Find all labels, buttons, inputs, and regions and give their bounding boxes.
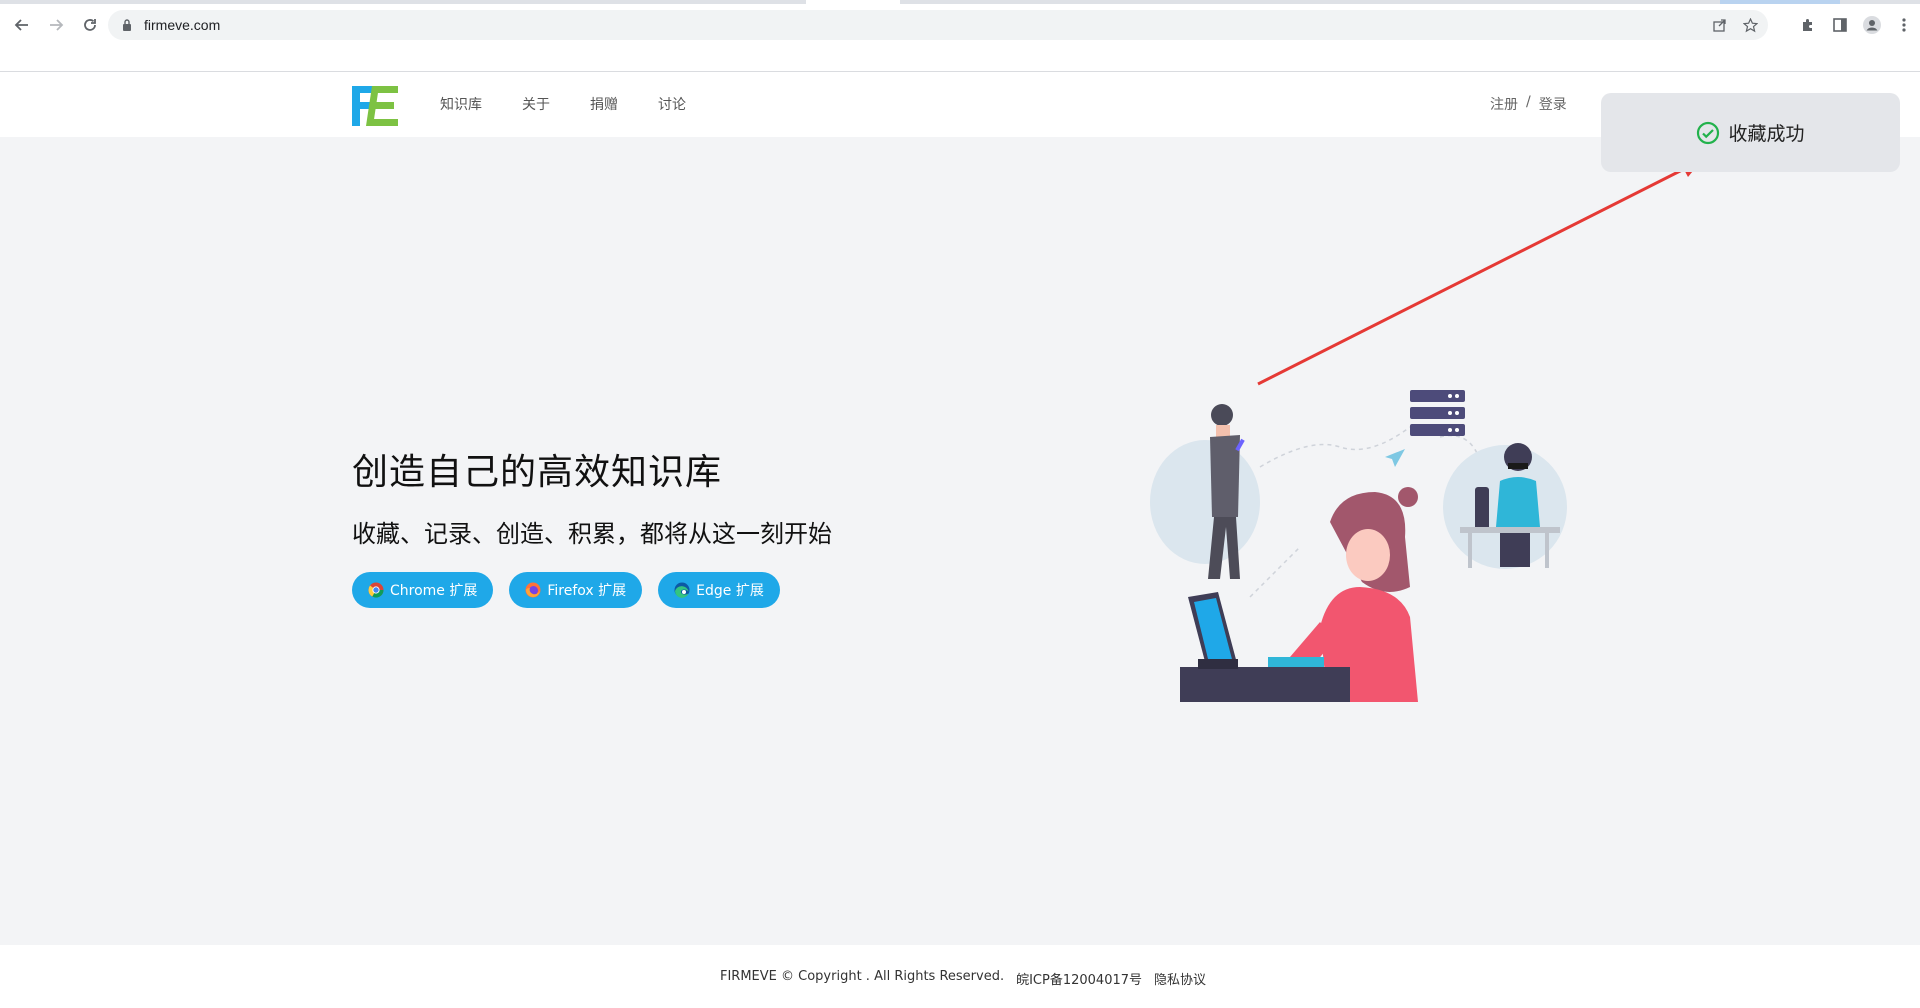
edge-extension-label: Edge 扩展 (696, 583, 764, 599)
hero-section: 创造自己的高效知识库 收藏、记录、创造、积累，都将从这一刻开始 Chrome 扩… (0, 137, 1920, 945)
address-bar[interactable]: firmeve.com (108, 10, 1768, 40)
chrome-extension-button[interactable]: Chrome 扩展 (352, 572, 494, 608)
nav-donate[interactable]: 捐赠 (590, 94, 618, 114)
hero-subtitle: 收藏、记录、创造、积累，都将从这一刻开始 (352, 520, 832, 548)
hero-title: 创造自己的高效知识库 (352, 452, 723, 493)
bookmark-star-icon[interactable] (1742, 17, 1758, 33)
main-nav: 知识库 关于 捐赠 讨论 (440, 94, 686, 114)
hero-illustration (1150, 390, 1567, 702)
side-panel-icon[interactable] (1830, 15, 1850, 35)
firefox-extension-label: Firefox 扩展 (547, 583, 627, 599)
footer-privacy-link[interactable]: 隐私协议 (1154, 969, 1206, 988)
toast-message: 收藏成功 (1728, 123, 1805, 145)
firefox-icon (525, 582, 541, 598)
edge-icon (674, 582, 690, 598)
nav-about[interactable]: 关于 (522, 94, 550, 114)
share-icon[interactable] (1712, 17, 1728, 33)
firefox-extension-button[interactable]: Firefox 扩展 (509, 572, 643, 608)
back-icon[interactable] (10, 13, 34, 37)
site-footer: FIRMEVE © Copyright . All Rights Reserve… (0, 945, 1920, 1008)
reload-icon[interactable] (78, 13, 102, 37)
browser-toolbar: firmeve.com (0, 6, 1920, 44)
footer-copyright: FIRMEVE © Copyright . All Rights Reserve… (720, 969, 1005, 984)
chrome-icon (368, 582, 384, 598)
nav-knowledge-base[interactable]: 知识库 (440, 94, 482, 114)
chrome-extension-label: Chrome 扩展 (390, 583, 478, 599)
auth-separator: / (1526, 94, 1531, 110)
url-text: firmeve.com (144, 17, 221, 33)
success-toast: 收藏成功 (1601, 93, 1900, 172)
register-link[interactable]: 注册 (1490, 94, 1518, 114)
extension-buttons: Chrome 扩展 Firefox 扩展 Edge 扩展 (352, 572, 780, 608)
profile-avatar-icon[interactable] (1862, 15, 1882, 35)
fe-logo[interactable] (352, 86, 398, 126)
login-link[interactable]: 登录 (1539, 94, 1567, 114)
check-circle-icon (1697, 121, 1720, 144)
extensions-puzzle-icon[interactable] (1798, 15, 1818, 35)
forward-icon[interactable] (44, 13, 68, 37)
edge-extension-button[interactable]: Edge 扩展 (658, 572, 780, 608)
lock-icon (120, 18, 134, 32)
footer-icp-link[interactable]: 皖ICP备12004017号 (1016, 969, 1142, 988)
nav-discuss[interactable]: 讨论 (658, 94, 686, 114)
auth-links: 注册 / 登录 (1490, 94, 1567, 114)
browser-menu-icon[interactable] (1894, 15, 1914, 35)
